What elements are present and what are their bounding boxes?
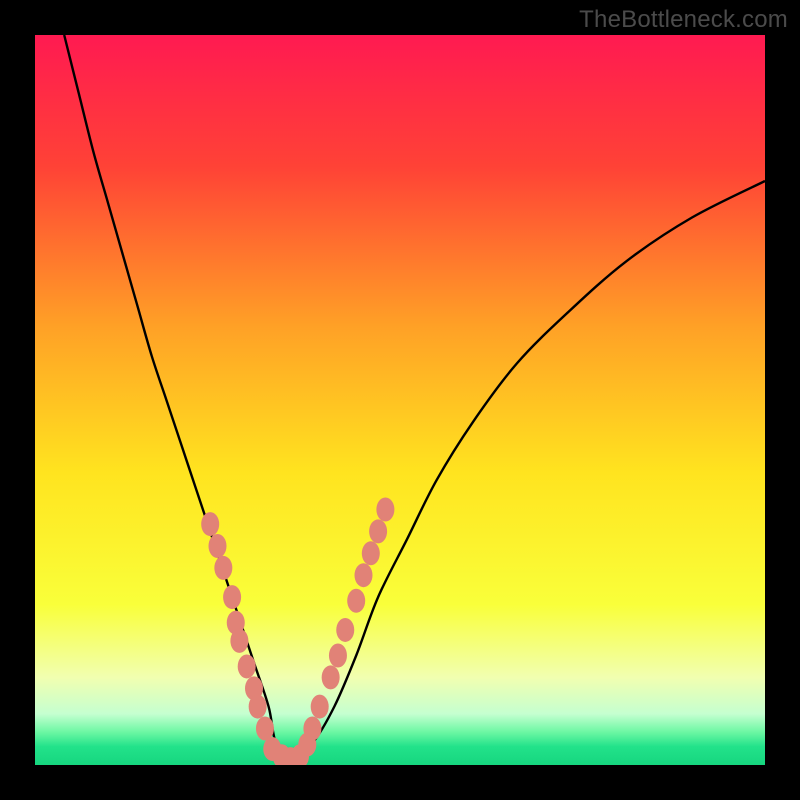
marker-dot <box>214 556 232 580</box>
marker-dot <box>230 629 248 653</box>
marker-dot <box>329 644 347 668</box>
marker-dot <box>209 534 227 558</box>
marker-dot <box>347 589 365 613</box>
chart-frame: TheBottleneck.com <box>0 0 800 800</box>
marker-dot <box>369 519 387 543</box>
marker-dot <box>201 512 219 536</box>
watermark-text: TheBottleneck.com <box>579 6 788 34</box>
marker-dot <box>298 733 316 757</box>
plot-area <box>35 35 765 765</box>
bottleneck-curve <box>64 35 765 760</box>
marker-dot <box>249 695 267 719</box>
marker-dot <box>256 717 274 741</box>
marker-dot <box>311 695 329 719</box>
marker-dot <box>336 618 354 642</box>
marker-dot <box>238 654 256 678</box>
marker-dot <box>362 541 380 565</box>
marker-dot <box>322 665 340 689</box>
marker-dot <box>223 585 241 609</box>
curve-layer <box>35 35 765 765</box>
marker-dot <box>376 498 394 522</box>
marker-dot <box>355 563 373 587</box>
